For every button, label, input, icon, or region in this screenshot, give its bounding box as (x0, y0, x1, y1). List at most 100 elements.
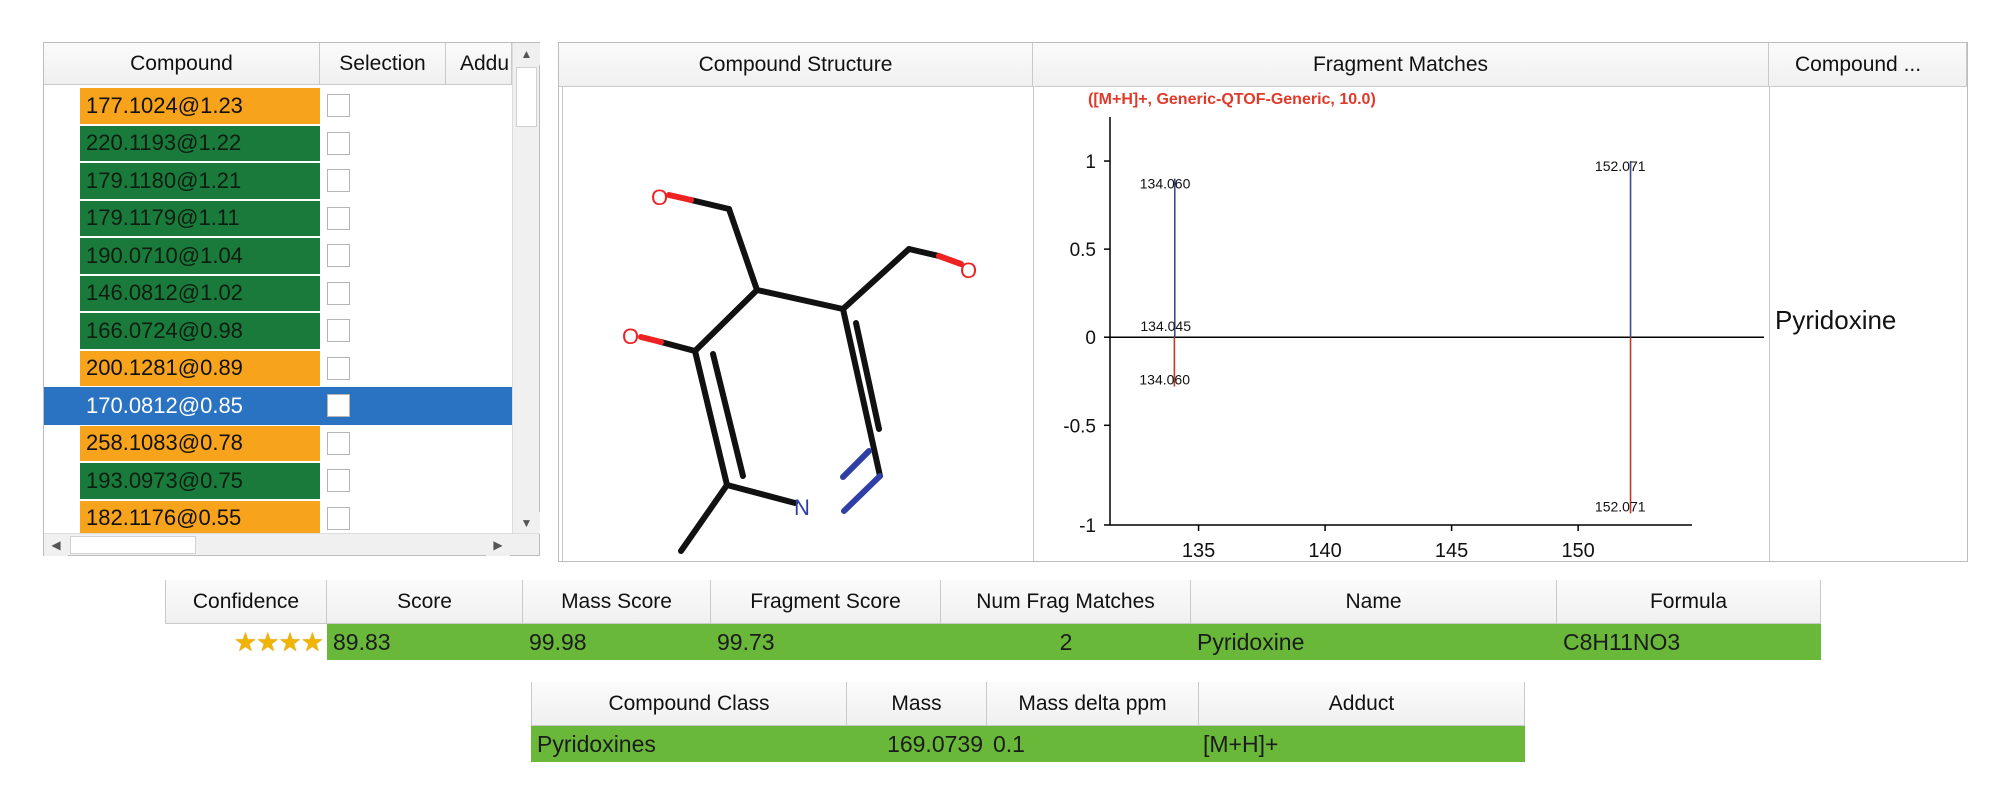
y-tick-label: -0.5 (1063, 416, 1096, 437)
selection-checkbox[interactable] (327, 506, 350, 530)
col-header-compound-more[interactable]: Compound ... (1769, 43, 1967, 87)
oxygen-atom-label: O (651, 185, 668, 210)
y-tick-label: -1 (1079, 516, 1096, 537)
list-item[interactable]: 182.1176@0.55 (44, 500, 512, 538)
mass-value: 169.0739 (887, 730, 983, 757)
list-item[interactable]: 179.1180@1.21 (44, 162, 512, 200)
compound-id-cell: 166.0724@0.98 (80, 313, 320, 349)
bond (840, 306, 883, 479)
selection-checkbox[interactable] (327, 131, 350, 155)
compound-id-cell: 200.1281@0.89 (80, 350, 320, 386)
selection-checkbox[interactable] (327, 281, 350, 305)
h-scroll-thumb[interactable] (70, 536, 196, 554)
list-item[interactable]: 220.1193@1.22 (44, 125, 512, 163)
col-header-fragments[interactable]: Fragment Matches (1033, 43, 1769, 87)
num-frag-value: 2 (941, 624, 1191, 660)
y-tick-label: 0 (1085, 328, 1096, 349)
bond (906, 246, 942, 259)
selection-checkbox[interactable] (327, 394, 350, 418)
compound-name-label: Pyridoxine (1775, 305, 1897, 335)
col-header-score[interactable]: Score (327, 580, 523, 624)
bond (840, 246, 912, 312)
peak-label: 134.060 (1140, 176, 1191, 192)
selection-checkbox[interactable] (327, 431, 350, 455)
bond (841, 473, 883, 514)
compound-list-panel: Compound Selection Addu 177.1024@1.23 220… (43, 42, 540, 556)
mass-score-value: 99.98 (523, 624, 711, 660)
scroll-left-button[interactable]: ◀ (44, 534, 68, 556)
col-header-compound-class[interactable]: Compound Class (531, 682, 847, 726)
peak-label: 152.071 (1595, 498, 1646, 514)
list-item[interactable]: 170.0812@0.85 (44, 387, 512, 425)
selection-checkbox[interactable] (327, 206, 350, 230)
col-header-confidence[interactable]: Confidence (165, 580, 327, 624)
horizontal-scrollbar[interactable]: ◀ ▶ (44, 533, 539, 556)
adduct-value: [M+H]+ (1203, 730, 1279, 757)
list-item[interactable]: 146.0812@1.02 (44, 275, 512, 313)
bond (678, 482, 730, 554)
col-header-mass-delta[interactable]: Mass delta ppm (987, 682, 1199, 726)
list-item[interactable]: 258.1083@0.78 (44, 425, 512, 463)
score-row[interactable]: ★★★★ 89.83 99.98 99.73 2 Pyridoxine C8H1… (165, 624, 1821, 660)
selection-checkbox[interactable] (327, 244, 350, 268)
col-header-fragment-score[interactable]: Fragment Score (711, 580, 941, 624)
compound-class-value: Pyridoxines (537, 730, 656, 757)
col-header-compound[interactable]: Compound (44, 43, 320, 85)
compound-id-cell: 170.0812@0.85 (44, 388, 320, 424)
detail-panel: Compound Structure Fragment Matches Comp… (558, 42, 1968, 562)
peak-label: 134.060 (1139, 372, 1190, 388)
col-header-structure[interactable]: Compound Structure (559, 43, 1033, 87)
col-header-name[interactable]: Name (1191, 580, 1557, 624)
oxygen-atom-label: O (622, 324, 639, 349)
peak-label: 152.071 (1595, 158, 1646, 174)
compound-structure-image: O O O N (622, 185, 977, 554)
oxygen-atom-label: O (960, 258, 977, 283)
list-item[interactable]: 200.1281@0.89 (44, 350, 512, 388)
scroll-up-button[interactable]: ▲ (513, 43, 540, 65)
compound-id-cell: 179.1180@1.21 (80, 163, 320, 199)
x-tick-label: 150 (1561, 540, 1594, 561)
x-tick-label: 140 (1308, 540, 1341, 561)
fragment-match-chart: ([M+H]+, Generic-QTOF-Generic, 10.0) 1 0.… (1063, 91, 1764, 561)
nitrogen-atom-label: N (794, 495, 810, 520)
compound-id-cell: 258.1083@0.78 (80, 425, 320, 461)
list-item[interactable]: 177.1024@1.23 (44, 87, 512, 125)
compound-id-cell: 182.1176@0.55 (80, 500, 320, 536)
class-row[interactable]: Pyridoxines 169.0739 0.1 [M+H]+ (531, 726, 1525, 762)
vertical-scrollbar[interactable]: ▲ ▼ (512, 43, 540, 534)
bond (658, 339, 698, 354)
bond (840, 448, 872, 480)
y-tick-label: 1 (1085, 152, 1096, 173)
column-divider (562, 87, 563, 561)
compound-id-cell: 177.1024@1.23 (80, 88, 320, 124)
scroll-right-button[interactable]: ▶ (486, 534, 510, 556)
list-item[interactable]: 190.0710@1.04 (44, 237, 512, 275)
confidence-stars: ★★★★ (165, 624, 327, 660)
selection-checkbox[interactable] (327, 94, 350, 118)
scroll-thumb[interactable] (516, 67, 537, 127)
list-item[interactable]: 179.1179@1.11 (44, 200, 512, 238)
compound-id-cell: 193.0973@0.75 (80, 463, 320, 499)
col-header-formula[interactable]: Formula (1557, 580, 1821, 624)
selection-checkbox[interactable] (327, 169, 350, 193)
selection-checkbox[interactable] (327, 356, 350, 380)
col-header-adduct[interactable]: Addu (446, 43, 512, 85)
chart-title: ([M+H]+, Generic-QTOF-Generic, 10.0) (1088, 91, 1376, 108)
selection-checkbox[interactable] (327, 469, 350, 493)
scroll-down-button[interactable]: ▼ (513, 512, 540, 534)
col-header-mass[interactable]: Mass (847, 682, 987, 726)
list-item[interactable]: 193.0973@0.75 (44, 462, 512, 500)
bond (754, 287, 846, 312)
col-header-mass-score[interactable]: Mass Score (523, 580, 711, 624)
col-header-selection[interactable]: Selection (320, 43, 446, 85)
list-item[interactable]: 166.0724@0.98 (44, 312, 512, 350)
col-header-num-frag[interactable]: Num Frag Matches (941, 580, 1191, 624)
score-value: 89.83 (327, 624, 523, 660)
col-header-adduct[interactable]: Adduct (1199, 682, 1525, 726)
x-tick-label: 135 (1182, 540, 1215, 561)
compound-id-cell: 220.1193@1.22 (80, 125, 320, 161)
formula-value: C8H11NO3 (1557, 624, 1821, 660)
fragment-score-value: 99.73 (711, 624, 941, 660)
selection-checkbox[interactable] (327, 319, 350, 343)
bond (724, 482, 798, 506)
